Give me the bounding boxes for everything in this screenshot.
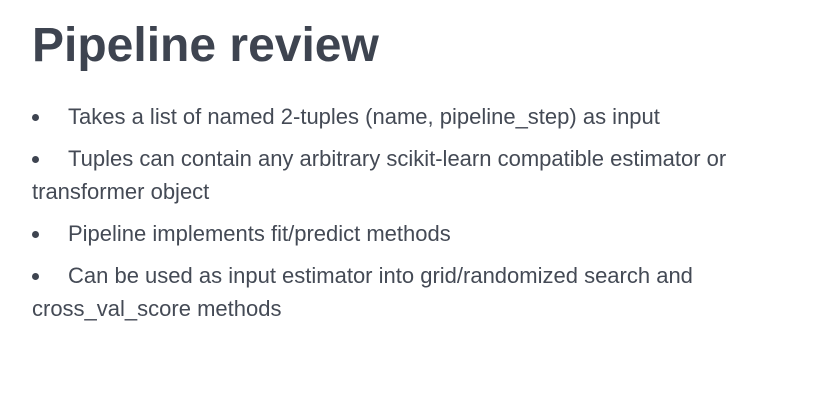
bullet-dot-icon: [32, 273, 39, 280]
bullet-text: Pipeline implements fit/predict methods: [68, 221, 451, 246]
bullet-dot-icon: [32, 114, 39, 121]
bullet-dot-icon: [32, 156, 39, 163]
bullet-text: Tuples can contain any arbitrary scikit-…: [32, 146, 727, 204]
bullet-list: Takes a list of named 2-tuples (name, pi…: [32, 100, 822, 334]
bullet-item: Tuples can contain any arbitrary scikit-…: [32, 142, 822, 208]
bullet-item: Takes a list of named 2-tuples (name, pi…: [32, 100, 822, 133]
slide: Pipeline review Takes a list of named 2-…: [0, 0, 832, 417]
bullet-item: Can be used as input estimator into grid…: [32, 259, 822, 325]
bullet-text: Takes a list of named 2-tuples (name, pi…: [68, 104, 660, 129]
slide-title: Pipeline review: [32, 19, 379, 72]
bullet-dot-icon: [32, 231, 39, 238]
bullet-item: Pipeline implements fit/predict methods: [32, 217, 822, 250]
bullet-text: Can be used as input estimator into grid…: [32, 263, 693, 321]
